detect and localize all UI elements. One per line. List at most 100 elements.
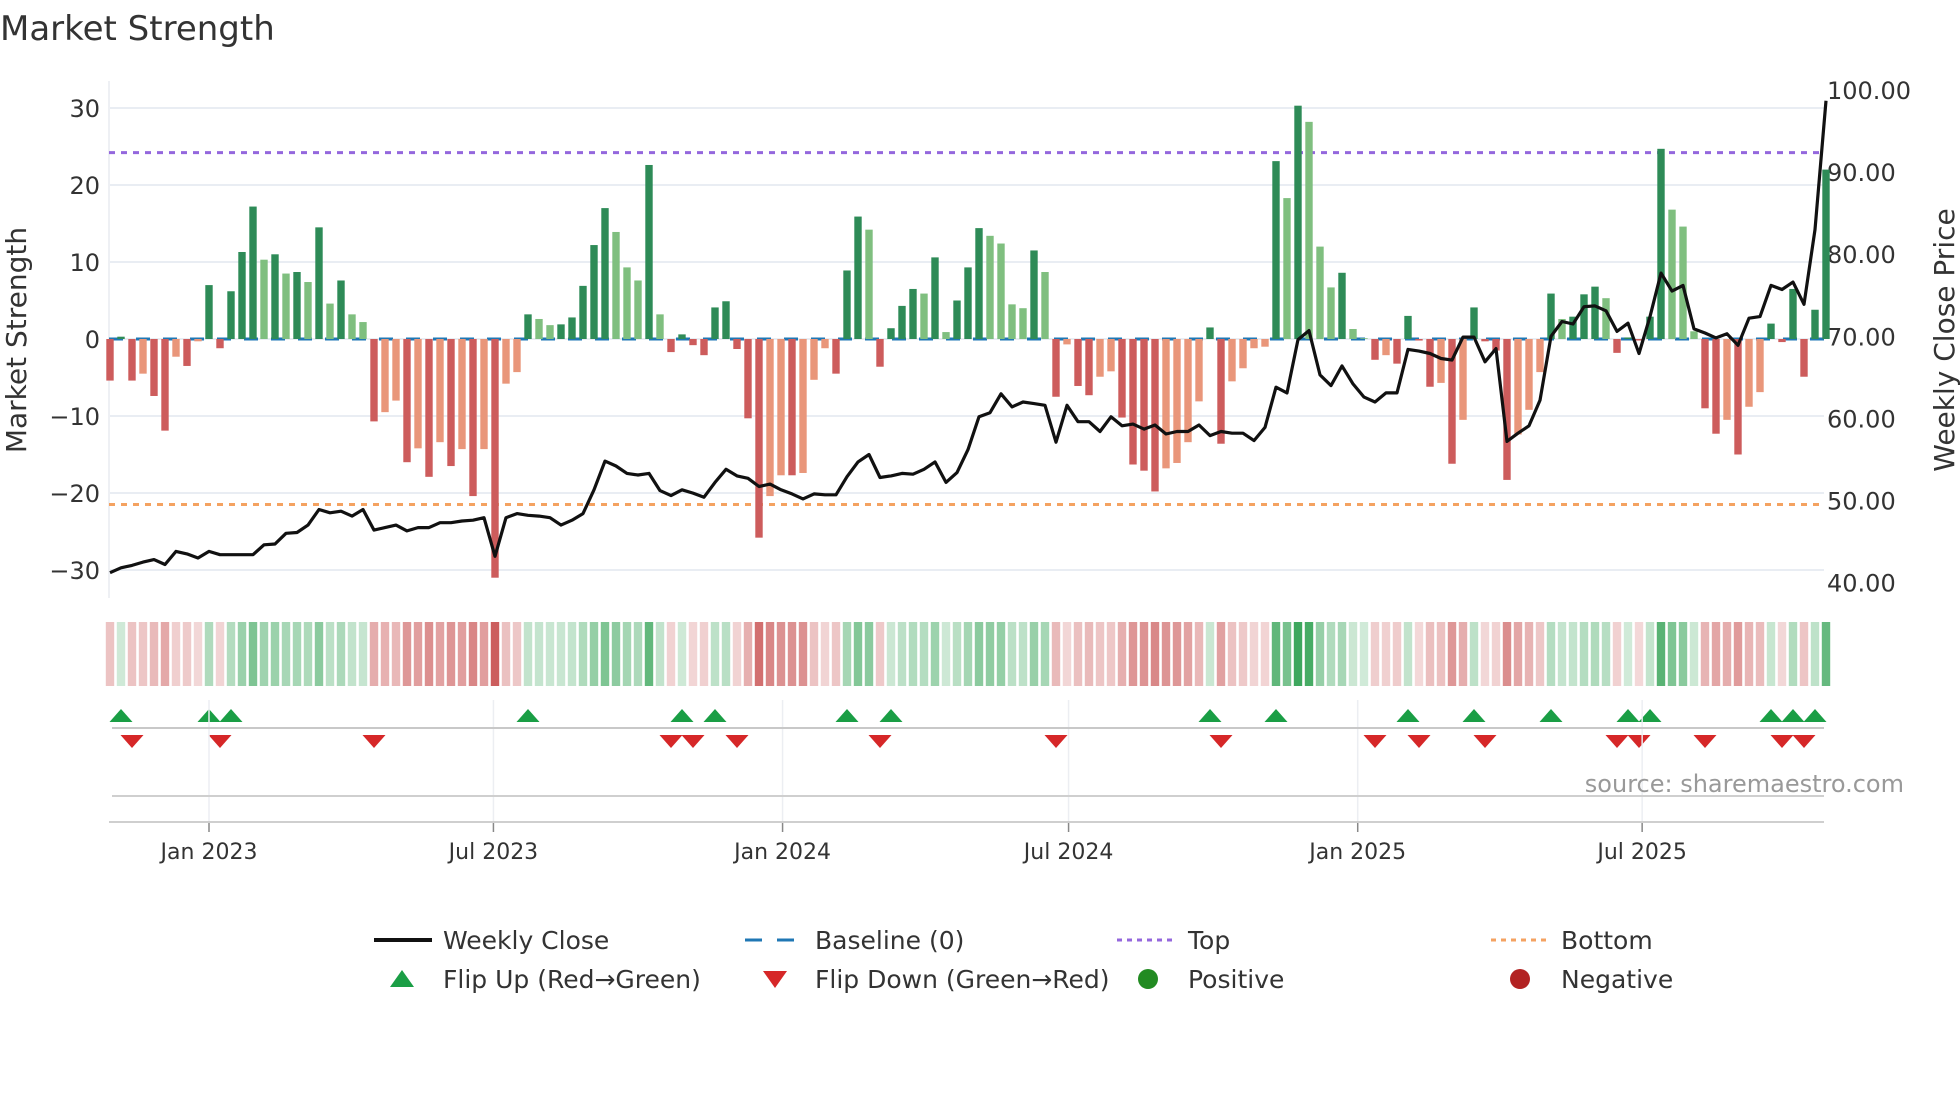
strength-bar bbox=[546, 325, 554, 339]
heat-cell bbox=[215, 622, 225, 686]
market-strength-chart: Market Strength Market Strength Weekly C… bbox=[0, 9, 1960, 994]
strength-bar bbox=[854, 216, 862, 339]
strength-bar bbox=[348, 314, 356, 339]
heat-cell bbox=[446, 622, 456, 686]
legend-item-top[interactable]: Top bbox=[1117, 926, 1230, 955]
heat-cell bbox=[1370, 622, 1380, 686]
heat-cell bbox=[1711, 622, 1721, 686]
strength-bar bbox=[1162, 339, 1170, 469]
heat-cell bbox=[1128, 622, 1138, 686]
strength-bar bbox=[1074, 339, 1082, 386]
heat-cell bbox=[875, 622, 885, 686]
heat-cell bbox=[952, 622, 962, 686]
strength-bar bbox=[1624, 337, 1632, 339]
heat-cell bbox=[1029, 622, 1039, 686]
flip-down-triangle-icon bbox=[681, 735, 705, 748]
heat-cell bbox=[105, 622, 115, 686]
flip-up-triangle-icon bbox=[879, 709, 903, 722]
strength-bar bbox=[271, 254, 279, 339]
strength-bar bbox=[1426, 339, 1434, 387]
heat-cell bbox=[149, 622, 159, 686]
legend-item-bottom[interactable]: Bottom bbox=[1491, 926, 1653, 955]
strength-bar bbox=[513, 339, 521, 373]
legend-item-flip-down[interactable]: Flip Down (Green→Red) bbox=[763, 965, 1110, 994]
legend-item-negative[interactable]: Negative bbox=[1510, 965, 1673, 994]
legend-item-positive[interactable]: Positive bbox=[1138, 965, 1284, 994]
heat-cell bbox=[1117, 622, 1127, 686]
heat-cell bbox=[1777, 622, 1787, 686]
heat-cell bbox=[1139, 622, 1149, 686]
heat-cell bbox=[259, 622, 269, 686]
strength-bar bbox=[359, 322, 367, 339]
heat-cell bbox=[1645, 622, 1655, 686]
legend-item-flip-up[interactable]: Flip Up (Red→Green) bbox=[390, 965, 701, 994]
strength-bar bbox=[381, 339, 389, 413]
strength-bar bbox=[623, 267, 631, 339]
strength-bar bbox=[733, 339, 741, 350]
heat-cell bbox=[1667, 622, 1677, 686]
heat-cell bbox=[1568, 622, 1578, 686]
heat-cell bbox=[1095, 622, 1105, 686]
strength-bar bbox=[1316, 246, 1324, 339]
strength-bar bbox=[601, 208, 609, 339]
strength-bar bbox=[1811, 309, 1819, 339]
heat-cell bbox=[798, 622, 808, 686]
y-tick-label: 20 bbox=[69, 172, 100, 200]
strength-bar bbox=[1481, 339, 1489, 342]
heat-cell bbox=[1084, 622, 1094, 686]
strength-bar bbox=[821, 339, 829, 349]
heat-cell bbox=[1766, 622, 1776, 686]
heat-cell bbox=[809, 622, 819, 686]
strength-bar bbox=[337, 280, 345, 339]
heat-cell bbox=[1040, 622, 1050, 686]
heat-cell bbox=[666, 622, 676, 686]
heat-cell bbox=[633, 622, 643, 686]
heat-cell bbox=[534, 622, 544, 686]
flip-up-triangle-icon bbox=[219, 709, 243, 722]
flip-down-triangle-icon bbox=[1363, 735, 1387, 748]
heat-cell bbox=[336, 622, 346, 686]
legend-label: Flip Up (Red→Green) bbox=[443, 965, 701, 994]
heat-cell bbox=[490, 622, 500, 686]
strength-bar bbox=[909, 288, 917, 339]
heat-cell bbox=[930, 622, 940, 686]
strength-bar bbox=[1668, 209, 1676, 339]
strength-bar bbox=[898, 305, 906, 339]
strength-bar bbox=[843, 270, 851, 339]
strength-bar bbox=[194, 339, 202, 342]
strength-bar bbox=[997, 243, 1005, 339]
heat-cell bbox=[644, 622, 654, 686]
heat-cell bbox=[314, 622, 324, 686]
strength-bar bbox=[557, 324, 565, 339]
heat-cell bbox=[270, 622, 280, 686]
strength-bar bbox=[1261, 339, 1269, 347]
heat-cell bbox=[787, 622, 797, 686]
flip-down-triangle-icon bbox=[1209, 735, 1233, 748]
strength-bar bbox=[1327, 287, 1335, 339]
heat-cell bbox=[732, 622, 742, 686]
strength-bar bbox=[667, 339, 675, 353]
strength-bar bbox=[832, 339, 840, 374]
strength-bar bbox=[1822, 169, 1830, 339]
heat-cell bbox=[1590, 622, 1600, 686]
legend-item-weekly-close[interactable]: Weekly Close bbox=[374, 926, 609, 955]
strength-bar bbox=[887, 328, 895, 339]
strength-bar bbox=[678, 334, 686, 339]
strength-bar bbox=[1756, 339, 1764, 393]
heat-cell bbox=[182, 622, 192, 686]
heat-cell bbox=[193, 622, 203, 686]
heat-cell bbox=[776, 622, 786, 686]
y2-tick-label: 40.00 bbox=[1827, 570, 1896, 598]
strength-bar bbox=[931, 257, 939, 339]
legend-item-baseline[interactable]: Baseline (0) bbox=[745, 926, 964, 955]
strength-bar bbox=[1712, 339, 1720, 434]
heat-cell bbox=[1304, 622, 1314, 686]
strength-bar bbox=[392, 339, 400, 401]
heat-cell bbox=[1656, 622, 1666, 686]
strength-bar bbox=[799, 339, 807, 473]
strength-bar bbox=[810, 339, 818, 380]
y2-tick-label: 100.00 bbox=[1827, 77, 1911, 105]
heat-cell bbox=[1733, 622, 1743, 686]
heat-cell bbox=[1799, 622, 1809, 686]
y-tick-label: 30 bbox=[69, 95, 100, 123]
